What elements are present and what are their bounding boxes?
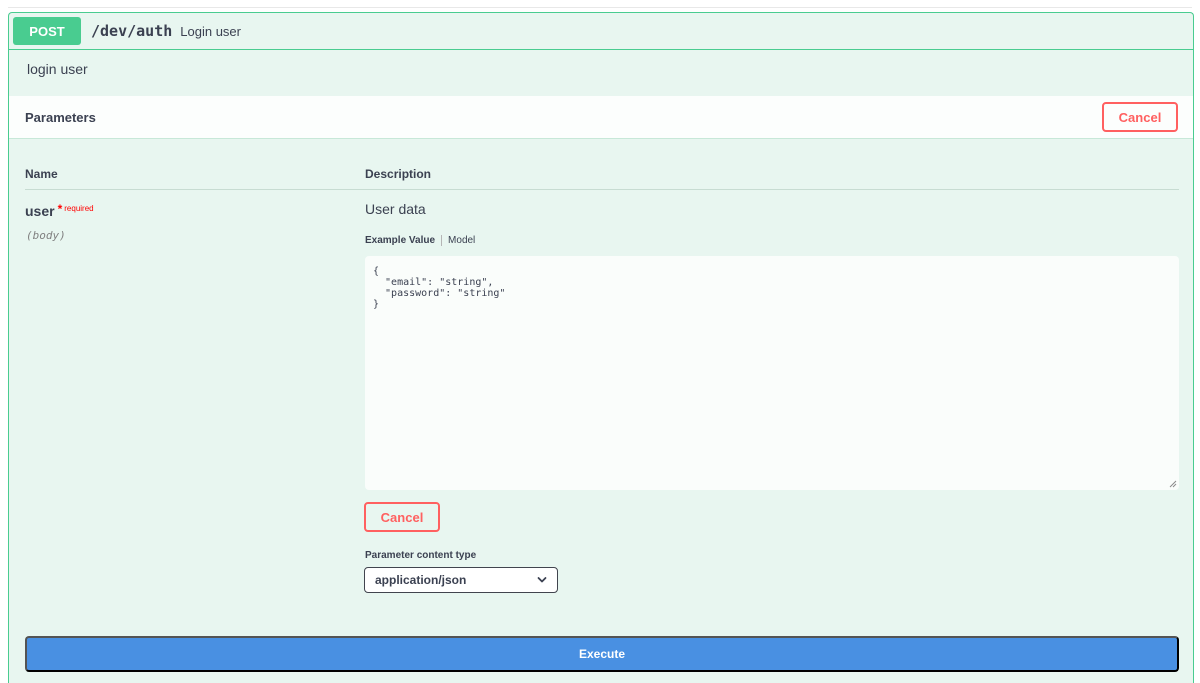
column-header-description: Description: [365, 167, 432, 181]
tab-model[interactable]: Model: [442, 235, 475, 246]
tab-example-value[interactable]: Example Value: [365, 235, 443, 246]
parameter-description: User data: [365, 201, 426, 217]
resize-grip-icon[interactable]: [1169, 480, 1177, 488]
column-header-name: Name: [25, 167, 58, 181]
operation-summary[interactable]: POST /dev/auth Login user: [9, 13, 1193, 50]
operation-path: /dev/auth: [91, 22, 173, 40]
operation-block: POST /dev/auth Login user login user Par…: [8, 12, 1194, 683]
cancel-body-button[interactable]: Cancel: [364, 502, 440, 532]
chevron-down-icon: [537, 577, 547, 583]
top-divider: [8, 7, 1192, 8]
required-label: required: [64, 204, 94, 213]
cancel-try-out-button[interactable]: Cancel: [1102, 102, 1178, 132]
required-star: *: [57, 202, 63, 216]
parameters-header: Parameters: [9, 96, 1193, 139]
content-type-selected: application/json: [375, 573, 467, 587]
method-badge: POST: [13, 17, 81, 45]
parameter-name-text: user: [25, 203, 55, 219]
model-tabs: Example Value Model: [365, 235, 475, 246]
execute-button[interactable]: Execute: [25, 636, 1179, 672]
content-type-select[interactable]: application/json: [364, 567, 558, 593]
parameters-title: Parameters: [25, 109, 96, 125]
parameter-name: user * required: [25, 202, 94, 219]
column-header-divider: [25, 189, 1179, 190]
parameter-location: (body): [26, 229, 66, 242]
operation-summary-text: Login user: [180, 23, 241, 39]
operation-description: login user: [27, 61, 88, 77]
content-type-label: Parameter content type: [365, 550, 477, 561]
request-body-textarea[interactable]: { "email": "string", "password": "string…: [365, 256, 1179, 490]
